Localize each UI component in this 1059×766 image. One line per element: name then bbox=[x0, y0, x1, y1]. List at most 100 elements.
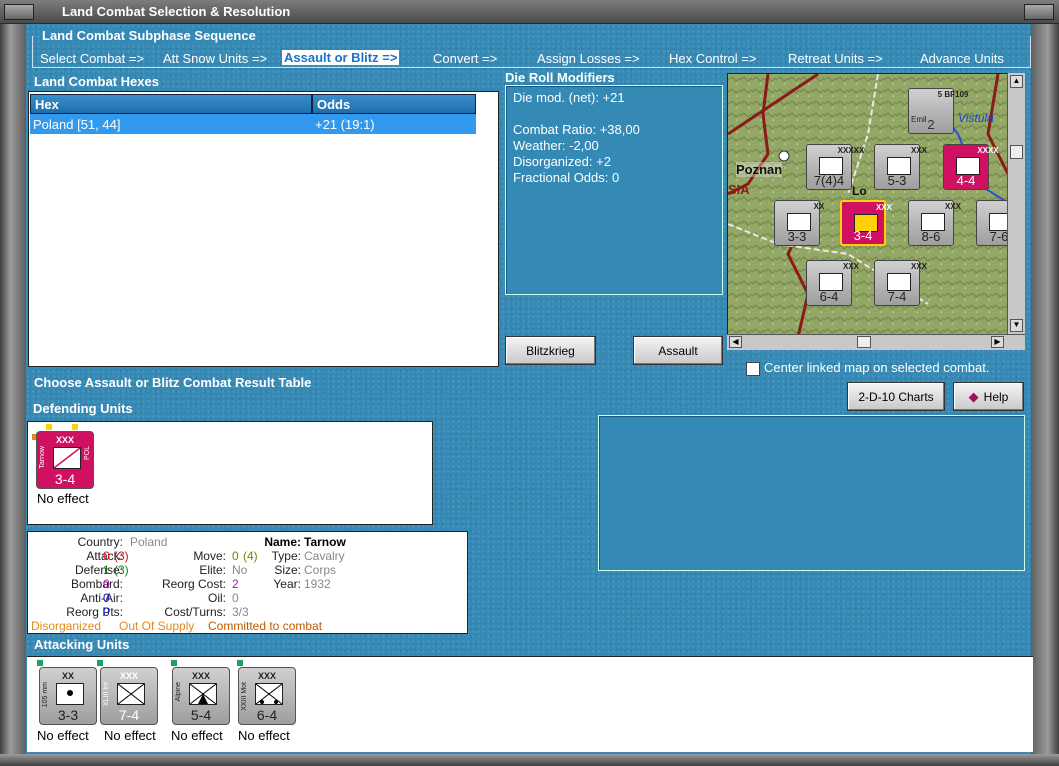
counter-size: XXX bbox=[119, 671, 138, 681]
step-select-combat[interactable]: Select Combat => bbox=[40, 51, 144, 66]
map-counter-1[interactable]: XXXXX 7(4)4 bbox=[806, 144, 864, 190]
counter-size: XXX bbox=[257, 671, 276, 681]
attacking-units-panel: XX 105 mm 3-3 No effect XXX XLIII Inf 7-… bbox=[27, 656, 1033, 752]
window-title: Land Combat Selection & Resolution bbox=[62, 4, 291, 19]
year-value: 1932 bbox=[304, 577, 331, 591]
attacking-unit-counter-2[interactable]: XXX XLIII Inf 7-4 bbox=[100, 667, 158, 725]
map-counter-6[interactable]: XXX 8-6 bbox=[908, 200, 961, 246]
scroll-thumb[interactable] bbox=[1010, 145, 1023, 159]
country-value: Poland bbox=[130, 535, 168, 549]
reorgcost-label: Reorg Cost: bbox=[161, 577, 226, 591]
die-mod-net: Die mod. (net): +21 bbox=[513, 90, 625, 105]
scroll-up-icon[interactable]: ▲ bbox=[1010, 75, 1023, 88]
oil-label: Oil: bbox=[208, 591, 226, 605]
counter-value: 8-6 bbox=[921, 229, 941, 244]
mountain-infantry-icon bbox=[189, 683, 217, 705]
column-header-hex[interactable]: Hex bbox=[30, 94, 312, 114]
map-counter-selected[interactable]: XXX 3-4 bbox=[840, 200, 892, 246]
charts-button[interactable]: 2-D-10 Charts bbox=[847, 382, 945, 411]
year-label: Year: bbox=[273, 577, 301, 591]
system-menu-button[interactable] bbox=[4, 4, 34, 20]
step-assault-or-blitz[interactable]: Assault or Blitz => bbox=[282, 50, 400, 65]
choose-crt-label: Choose Assault or Blitz Combat Result Ta… bbox=[34, 375, 312, 390]
step-att-snow-units[interactable]: Att Snow Units => bbox=[163, 51, 267, 66]
map-counter-3[interactable]: XXXX 4-4 bbox=[943, 144, 999, 190]
artillery-symbol-icon bbox=[56, 683, 84, 705]
reorgpts-label: Reorg Pts: bbox=[66, 605, 123, 619]
die-roll-title: Die Roll Modifiers bbox=[505, 70, 615, 85]
step-assign-losses[interactable]: Assign Losses => bbox=[537, 51, 640, 66]
frame-bottom bbox=[0, 754, 1059, 766]
scroll-down-icon[interactable]: ▼ bbox=[1010, 319, 1023, 332]
step-retreat-units[interactable]: Retreat Units => bbox=[788, 51, 883, 66]
defending-units-panel: XXX Tarnow POL 3-4 No effect bbox=[27, 421, 433, 525]
move-value: 0 bbox=[232, 549, 239, 563]
defending-unit-counter[interactable]: XXX Tarnow POL 3-4 bbox=[36, 431, 94, 489]
attacking-unit-counter-1[interactable]: XX 105 mm 3-3 bbox=[39, 667, 97, 725]
map-river-vistula: Vistula bbox=[958, 111, 994, 125]
status-disorganized: Disorganized bbox=[31, 619, 102, 633]
attacking-unit-result-4: No effect bbox=[238, 728, 290, 743]
attacking-unit-counter-4[interactable]: XXX XXIII Mot 6-4 bbox=[238, 667, 296, 725]
counter-size: XXX bbox=[875, 203, 892, 212]
center-map-checkbox[interactable] bbox=[746, 362, 760, 376]
map-horizontal-scrollbar[interactable]: ◀ ▶ bbox=[727, 334, 1025, 350]
costturns-label: Cost/Turns: bbox=[164, 605, 226, 619]
step-hex-control[interactable]: Hex Control => bbox=[669, 51, 756, 66]
counter-value: 3-4 bbox=[54, 471, 76, 487]
oil-value: 0 bbox=[232, 591, 239, 605]
counter-value: 7-4 bbox=[887, 289, 907, 304]
counter-size: XXXX bbox=[977, 146, 999, 155]
linked-map[interactable]: Poznan Vistula SIA Lo 5 BF109 Emil 2 XXX… bbox=[727, 73, 1025, 336]
status-dot bbox=[97, 660, 103, 666]
status-dot bbox=[46, 424, 52, 430]
defending-title: Defending Units bbox=[33, 401, 133, 416]
counter-size: XX bbox=[813, 202, 825, 211]
attacking-unit-result-1: No effect bbox=[37, 728, 89, 743]
counter-size: XXX bbox=[191, 671, 210, 681]
counter-value: 3-3 bbox=[57, 707, 79, 723]
scroll-right-icon[interactable]: ▶ bbox=[991, 336, 1004, 348]
attack-value: 0 bbox=[103, 549, 110, 563]
counter-size: 5 BF109 bbox=[937, 90, 969, 99]
counter-size: XXX bbox=[910, 146, 927, 155]
column-header-odds[interactable]: Odds bbox=[312, 94, 476, 114]
size-value: Corps bbox=[304, 563, 337, 577]
counter-value: 6-4 bbox=[256, 707, 278, 723]
costturns-value: 3/3 bbox=[232, 605, 249, 619]
help-button[interactable]: ◆ Help bbox=[953, 382, 1024, 411]
type-label: Type: bbox=[271, 549, 301, 563]
status-out-of-supply: Out Of Supply bbox=[119, 619, 195, 633]
status-dot bbox=[72, 424, 78, 430]
attack-paren: (3) bbox=[114, 549, 129, 563]
assault-button[interactable]: Assault bbox=[633, 336, 723, 365]
hexes-table: Hex Odds Poland [51, 44] +21 (19:1) bbox=[28, 91, 499, 367]
map-vertical-scrollbar[interactable]: ▲ ▼ bbox=[1007, 73, 1025, 336]
map-counter-9[interactable]: XXX 7-4 bbox=[874, 260, 927, 306]
counter-value: 3-4 bbox=[853, 228, 873, 243]
hexes-title: Land Combat Hexes bbox=[34, 74, 159, 89]
map-counter-bf109[interactable]: 5 BF109 Emil 2 bbox=[908, 88, 968, 134]
counter-size: XXX bbox=[842, 262, 859, 271]
map-counter-8[interactable]: XXX 6-4 bbox=[806, 260, 859, 306]
map-counter-2[interactable]: XXX 5-3 bbox=[874, 144, 927, 190]
close-button[interactable] bbox=[1024, 4, 1054, 20]
counter-unit-name: 105 mm bbox=[42, 682, 49, 708]
country-label: Country: bbox=[77, 535, 123, 549]
status-dot bbox=[171, 660, 177, 666]
attacking-unit-counter-3[interactable]: XXX Alpine 5-4 bbox=[172, 667, 230, 725]
die-line-combat-ratio: Combat Ratio: +38,00 bbox=[513, 122, 640, 137]
scroll-left-icon[interactable]: ◀ bbox=[729, 336, 742, 348]
map-counter-4[interactable]: XX 3-3 bbox=[774, 200, 824, 246]
defense-paren: (3) bbox=[114, 563, 129, 577]
map-city-poznan: Poznan bbox=[736, 162, 783, 177]
die-line-weather: Weather: -2,00 bbox=[513, 138, 599, 153]
step-convert[interactable]: Convert => bbox=[433, 51, 497, 66]
status-dot bbox=[37, 660, 43, 666]
move-label: Move: bbox=[193, 549, 226, 563]
blitzkrieg-button[interactable]: Blitzkrieg bbox=[505, 336, 596, 365]
name-label: Name: bbox=[264, 535, 301, 549]
step-advance-units[interactable]: Advance Units bbox=[920, 51, 1004, 66]
counter-unit-name: Alpine bbox=[175, 682, 182, 702]
scroll-thumb[interactable] bbox=[857, 336, 871, 348]
